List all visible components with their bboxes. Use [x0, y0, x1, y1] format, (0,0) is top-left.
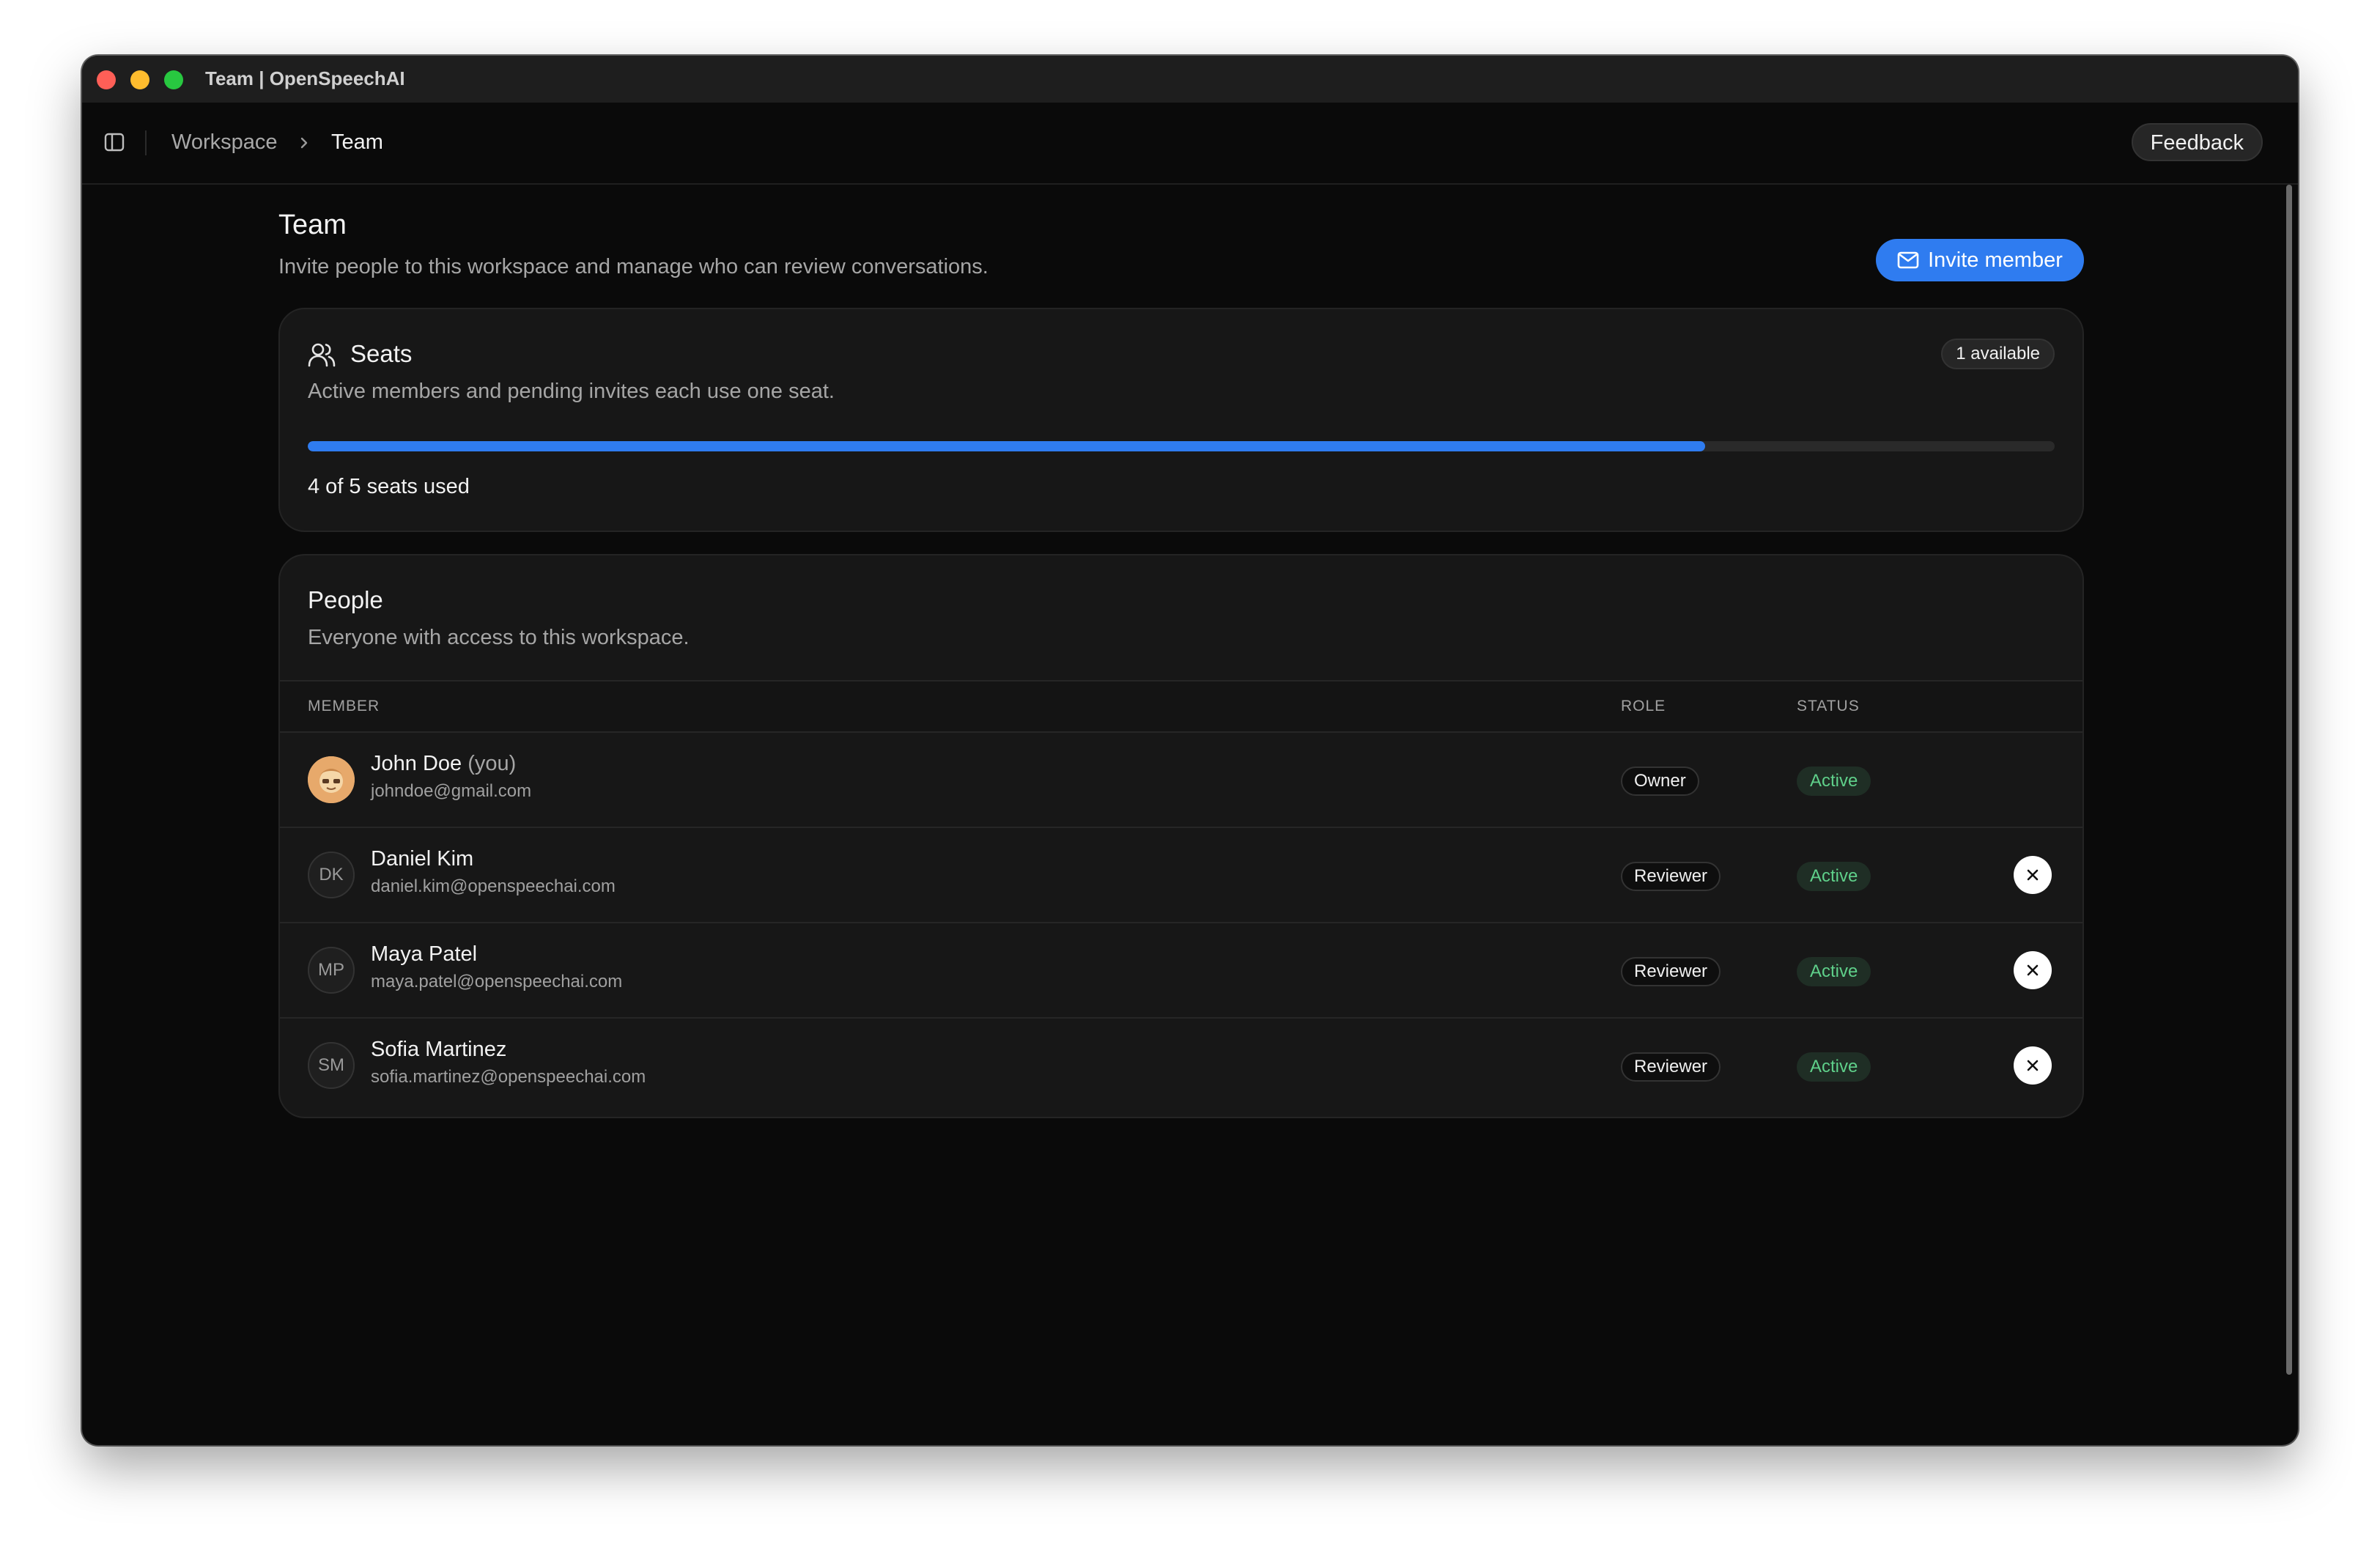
- avatar: MP: [308, 947, 355, 994]
- member-name-cell: Maya Patel: [371, 942, 477, 967]
- invite-member-button[interactable]: Invite member: [1876, 239, 2084, 281]
- sidebar-icon[interactable]: [104, 132, 125, 152]
- column-header-status: STATUS: [1797, 698, 1860, 714]
- avatar-illustration-icon: [308, 756, 355, 803]
- table-row: MP Maya Patel maya.patel@openspeechai.co…: [280, 923, 2082, 1019]
- table-header: MEMBER ROLE STATUS: [280, 680, 2082, 733]
- status-badge: Active: [1797, 1052, 1871, 1082]
- seats-used-text: 4 of 5 seats used: [308, 475, 470, 498]
- seats-description: Active members and pending invites each …: [308, 380, 835, 403]
- people-card: People Everyone with access to this work…: [278, 554, 2084, 1118]
- seats-progress-bar: [308, 441, 2055, 451]
- member-name-cell: John Doe (you): [371, 752, 516, 776]
- window-title: Team | OpenSpeechAI: [205, 67, 405, 89]
- table-row: John Doe (you) johndoe@gmail.com Owner A…: [280, 733, 2082, 828]
- member-name: Sofia Martinez: [371, 1038, 507, 1061]
- column-header-member: MEMBER: [308, 698, 380, 714]
- member-name-cell: Daniel Kim: [371, 847, 473, 871]
- member-name: John Doe: [371, 752, 462, 775]
- header-divider: [145, 130, 147, 155]
- breadcrumb-workspace[interactable]: Workspace: [171, 130, 278, 155]
- member-email: maya.patel@openspeechai.com: [371, 972, 623, 991]
- member-email: johndoe@gmail.com: [371, 781, 532, 801]
- feedback-button[interactable]: Feedback: [2131, 123, 2263, 161]
- member-email: daniel.kim@openspeechai.com: [371, 876, 616, 896]
- seats-available-badge: 1 available: [1941, 339, 2055, 369]
- member-you-label: (you): [468, 752, 517, 775]
- table-row: DK Daniel Kim daniel.kim@openspeechai.co…: [280, 828, 2082, 923]
- role-badge: Reviewer: [1621, 862, 1721, 891]
- close-window-button[interactable]: [97, 70, 116, 89]
- scrollbar[interactable]: [2286, 185, 2292, 1375]
- avatar: [308, 756, 355, 803]
- member-name: Maya Patel: [371, 942, 478, 966]
- close-icon: [2027, 1060, 2039, 1071]
- mail-icon: [1897, 251, 1919, 269]
- close-icon: [2027, 964, 2039, 976]
- chevron-right-icon: [300, 137, 308, 149]
- member-name: Daniel Kim: [371, 847, 474, 871]
- page-title: Team: [278, 210, 347, 240]
- column-header-role: ROLE: [1621, 698, 1666, 714]
- avatar: DK: [308, 852, 355, 898]
- close-icon: [2027, 869, 2039, 881]
- remove-member-button[interactable]: [2014, 1046, 2052, 1085]
- remove-member-button[interactable]: [2014, 951, 2052, 989]
- app-header: Workspace Team Feedback: [82, 103, 2298, 185]
- status-badge: Active: [1797, 767, 1871, 796]
- people-title: People: [308, 586, 383, 613]
- member-email: sofia.martinez@openspeechai.com: [371, 1067, 646, 1087]
- remove-member-button[interactable]: [2014, 856, 2052, 894]
- zoom-window-button[interactable]: [164, 70, 183, 89]
- seats-card: Seats 1 available Active members and pen…: [278, 308, 2084, 532]
- role-badge: Owner: [1621, 767, 1699, 796]
- member-list: John Doe (you) johndoe@gmail.com Owner A…: [280, 733, 2082, 1114]
- invite-member-label: Invite member: [1928, 248, 2063, 272]
- role-badge: Reviewer: [1621, 957, 1721, 986]
- people-description: Everyone with access to this workspace.: [308, 626, 690, 649]
- status-badge: Active: [1797, 862, 1871, 891]
- member-name-cell: Sofia Martinez: [371, 1038, 506, 1062]
- avatar: SM: [308, 1042, 355, 1089]
- table-row: SM Sofia Martinez sofia.martinez@openspe…: [280, 1019, 2082, 1114]
- seats-progress-fill: [308, 441, 1706, 451]
- title-bar: Team | OpenSpeechAI: [82, 56, 2298, 104]
- role-badge: Reviewer: [1621, 1052, 1721, 1082]
- status-badge: Active: [1797, 957, 1871, 986]
- page-subtitle: Invite people to this workspace and mana…: [278, 255, 988, 278]
- seats-title: Seats: [350, 340, 413, 367]
- app-window: Team | OpenSpeechAI Workspace Team Feedb…: [82, 56, 2298, 1445]
- minimize-window-button[interactable]: [130, 70, 149, 89]
- users-icon: [308, 343, 336, 367]
- breadcrumb-team: Team: [331, 130, 383, 154]
